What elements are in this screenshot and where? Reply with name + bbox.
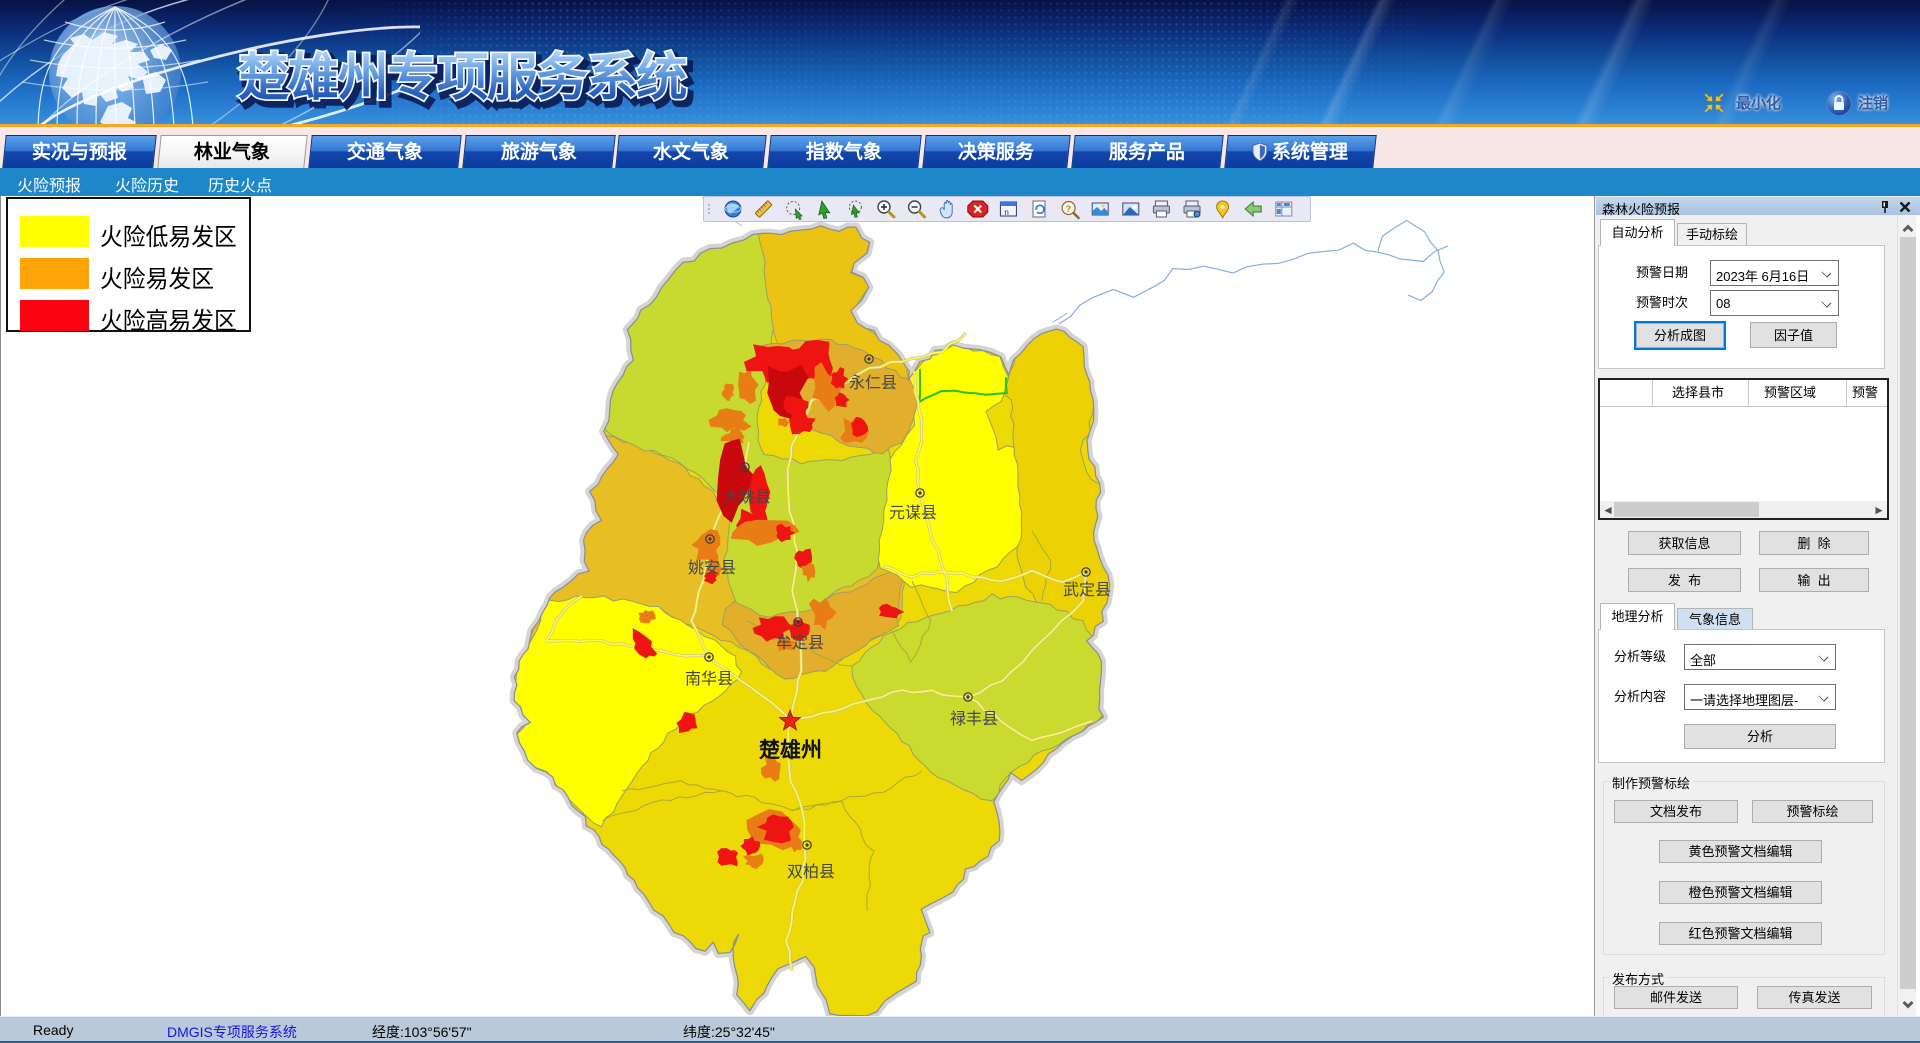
- svg-text:楚雄州: 楚雄州: [759, 738, 822, 762]
- svg-text:n: n: [1004, 208, 1008, 217]
- svg-text:永仁县: 永仁县: [849, 374, 897, 392]
- svg-text:禄丰县: 禄丰县: [950, 710, 998, 728]
- svg-text:南华县: 南华县: [685, 670, 733, 688]
- svg-text:武定县: 武定县: [1063, 581, 1111, 599]
- svg-text:大姚县: 大姚县: [723, 488, 771, 506]
- svg-text:?: ?: [1066, 204, 1072, 214]
- svg-text:姚安县: 姚安县: [688, 559, 736, 577]
- svg-text:牟定县: 牟定县: [776, 634, 824, 652]
- svg-text:元谋县: 元谋县: [889, 504, 937, 522]
- svg-text:双柏县: 双柏县: [787, 863, 835, 881]
- svg-text:楚雄州专项服务系统: 楚雄州专项服务系统: [238, 49, 686, 106]
